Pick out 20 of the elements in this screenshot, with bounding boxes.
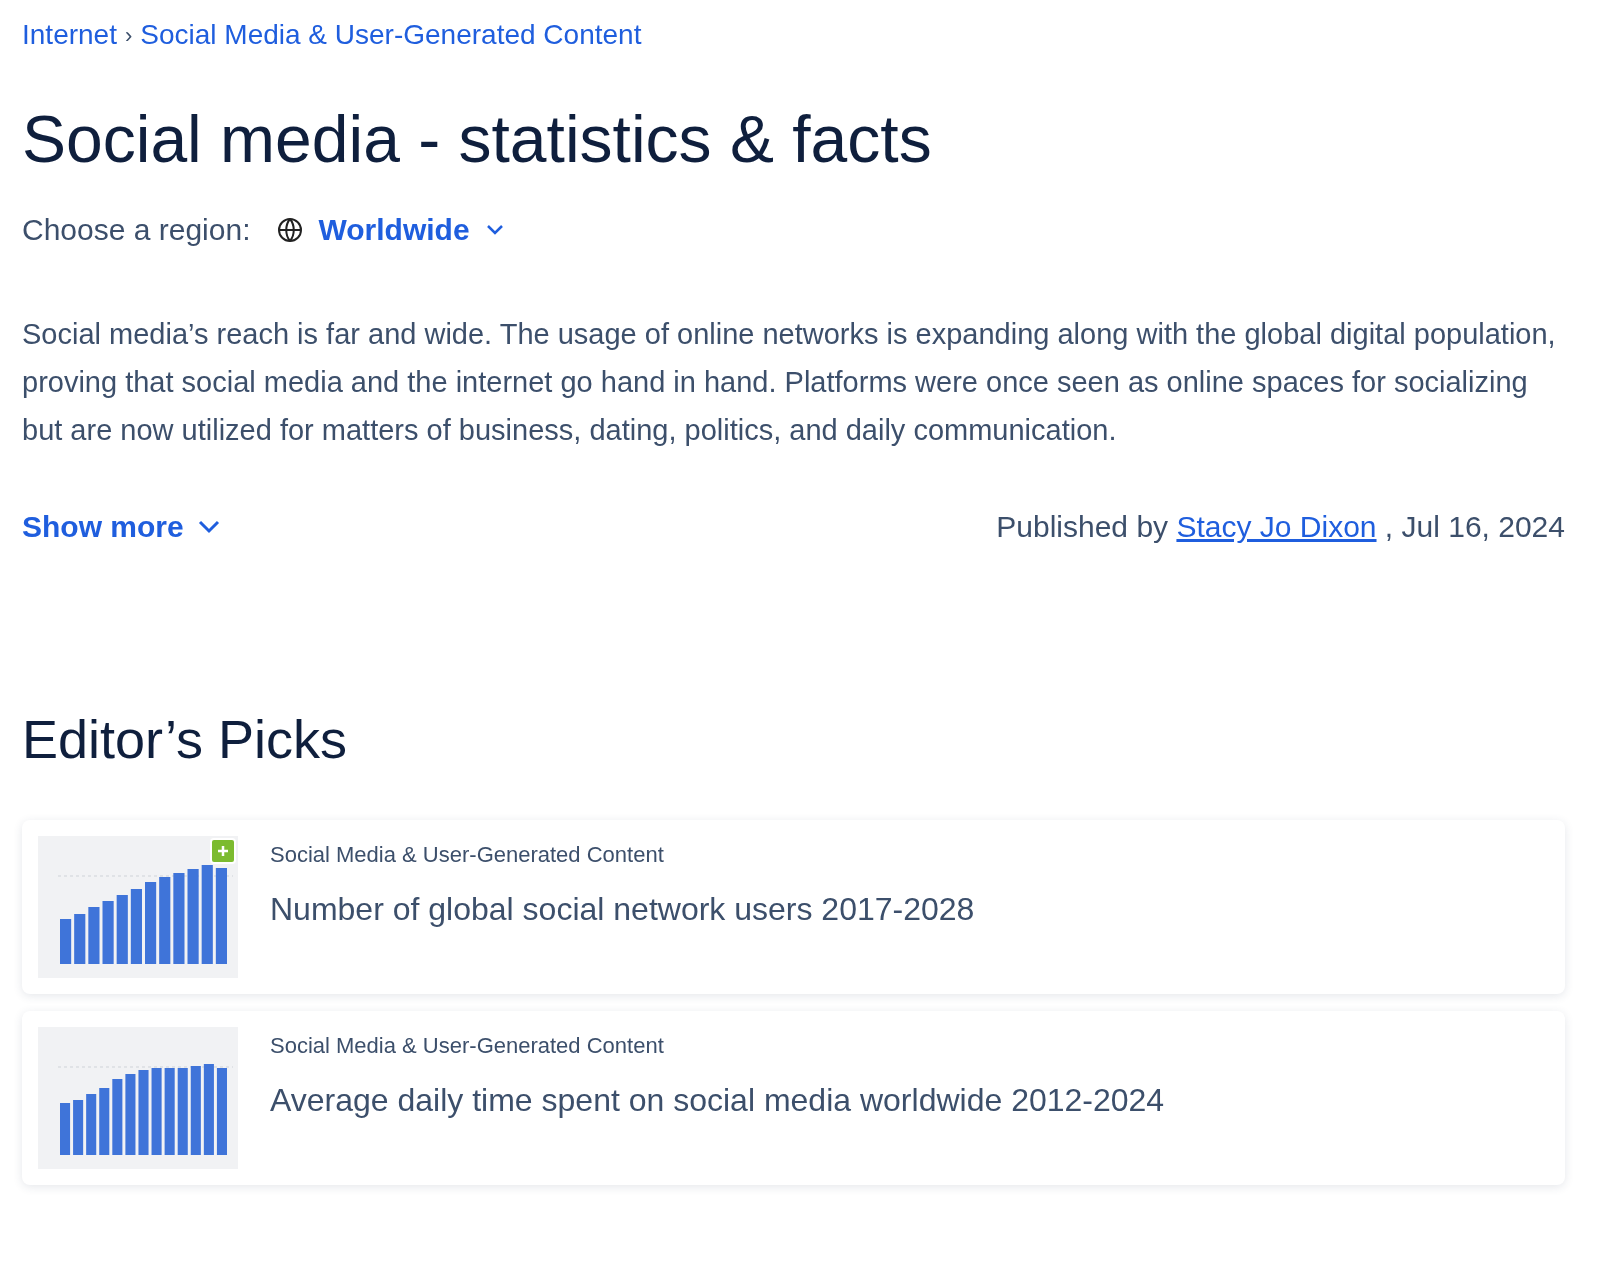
globe-icon — [276, 216, 303, 243]
breadcrumb-separator: › — [124, 21, 133, 50]
card-category: Social Media & User-Generated Content — [270, 1032, 665, 1061]
region-dropdown[interactable]: Worldwide — [276, 207, 504, 253]
region-label: Choose a region: — [22, 212, 251, 249]
breadcrumb-link[interactable]: Internet — [22, 14, 117, 56]
breadcrumb-link[interactable]: Social Media & User-Generated Content — [140, 14, 642, 56]
chevron-down-icon — [197, 519, 220, 534]
card-title: Number of global social network users 2017-2028 — [270, 890, 975, 930]
card-title: Average daily time spent on social media worldwide 2012-2024 — [270, 1081, 1165, 1121]
page-title: Social media - statistics & facts — [22, 101, 933, 178]
statistic-card[interactable]: Social Media & User-Generated Content Average daily time spent on social media worldwide 2012-2024 — [22, 1011, 1565, 1186]
statistic-card[interactable]: Social Media & User-Generated Content Number of global social network users 2017-2028 — [22, 820, 1565, 995]
show-more-button[interactable]: Show more — [22, 504, 220, 550]
published-line: Published by Stacy Jo Dixon , Jul 16, 2024 — [996, 509, 1565, 546]
author-link[interactable]: Stacy Jo Dixon — [1176, 510, 1377, 544]
card-category: Social Media & User-Generated Content — [270, 841, 665, 870]
section-heading: Editor’s Picks — [22, 708, 349, 772]
chevron-down-icon — [485, 223, 504, 236]
description-paragraph: Social media’s reach is far and wide. The usage of online networks is expanding along with the global digital population, proving that social media and the internet go hand in hand. Platforms were once seen as online spaces for socializing but are now utilized for matters of business, dating, politics, and daily communication. — [22, 317, 1557, 449]
